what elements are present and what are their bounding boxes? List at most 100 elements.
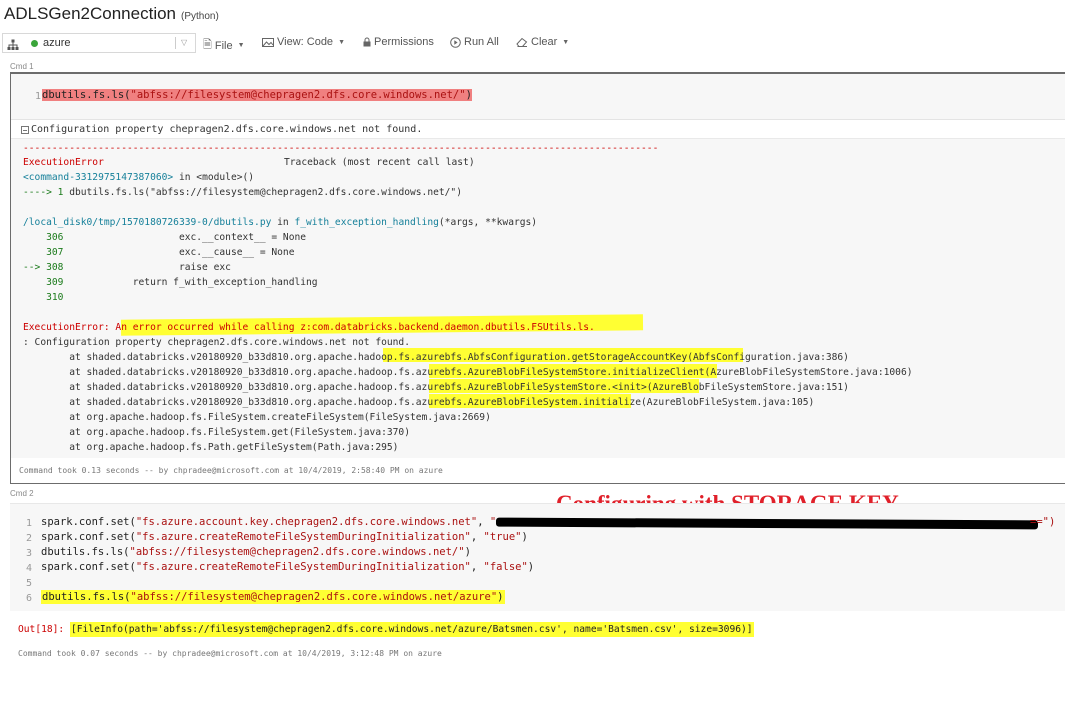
cmd-label: Cmd 2 <box>10 489 34 498</box>
stack-frame: at org.apache.hadoop.fs.Path.getFileSyst… <box>23 442 399 453</box>
arrow-marker: ----> 1 <box>23 187 70 198</box>
final-error-message: An error occurred while calling z:com.da… <box>115 322 595 333</box>
command-timing: Command took 0.13 seconds -- by chpradee… <box>19 466 443 475</box>
traceback-file-line: /local_disk0/tmp/1570180726339-0/dbutils… <box>23 216 537 230</box>
code-string: "abfss://filesystem@chepragen2.dfs.core.… <box>130 89 466 101</box>
code-paren: ) <box>464 546 471 558</box>
stack-frame: at shaded.databricks.v20180920_b33d810.o… <box>23 352 849 363</box>
code-editor[interactable]: 1 dbutils.fs.ls("abfss://filesystem@chep… <box>11 74 1065 120</box>
lock-icon <box>363 37 371 47</box>
caret-down-icon: ▼ <box>562 38 570 46</box>
traceback-frame: 307 exc.__cause__ = None <box>23 246 294 260</box>
error-traceback: ----------------------------------------… <box>11 138 1065 458</box>
output-summary-text: Configuration property chepragen2.dfs.co… <box>31 124 423 135</box>
cell-output: Out[18]: [FileInfo(path='abfss://filesys… <box>18 622 754 637</box>
code-separator: , <box>470 561 484 573</box>
view-menu-button[interactable]: View: Code ▼ <box>262 36 345 48</box>
output-value: [FileInfo(path='abfss://filesystem@chepr… <box>69 622 754 637</box>
redaction-bar <box>495 517 1039 530</box>
stack-frame: at org.apache.hadoop.fs.FileSystem.get(F… <box>23 427 410 438</box>
line-number: 4 <box>25 563 32 574</box>
traceback-frame: 306 exc.__context__ = None <box>23 231 306 245</box>
cluster-selector[interactable]: azure ▽ <box>2 33 196 53</box>
notebook-language: (Python) <box>181 11 219 22</box>
function-args: (*args, **kwargs) <box>438 217 538 228</box>
output-summary[interactable]: Configuration property chepragen2.dfs.co… <box>21 124 422 135</box>
permissions-label: Permissions <box>374 36 434 48</box>
cluster-status-dot <box>31 40 38 47</box>
notebook-toolbar: azure ▽ 🗎 File ▼ View: Code ▼ Permission… <box>0 32 1065 54</box>
chevron-down-icon: ▽ <box>181 38 188 47</box>
code-function: spark.conf.set( <box>41 516 136 528</box>
traceback-frame: 310 <box>23 291 63 305</box>
clear-menu-label: Clear <box>531 36 558 48</box>
run-all-button[interactable]: Run All <box>450 36 499 48</box>
command-timing: Command took 0.07 seconds -- by chpradee… <box>18 649 442 658</box>
code-line: spark.conf.set("fs.azure.account.key.che… <box>41 516 496 528</box>
code-line: dbutils.fs.ls("abfss://filesystem@chepra… <box>42 89 472 101</box>
collapse-icon[interactable] <box>21 125 29 134</box>
cmd-label: Cmd 1 <box>10 62 34 71</box>
file-path: /local_disk0/tmp/1570180726339-0/dbutils… <box>23 217 272 228</box>
config-error-line: : Configuration property chepragen2.dfs.… <box>23 337 410 348</box>
code-paren: ) <box>527 561 535 573</box>
stack-frame: at shaded.databricks.v20180920_b33d810.o… <box>23 367 913 378</box>
notebook-cell-1[interactable]: 1 dbutils.fs.ls("abfss://filesystem@chep… <box>10 72 1065 484</box>
code-function: spark.conf.set( <box>41 561 136 573</box>
code-paren: ) <box>465 89 472 101</box>
frame-line-number: 307 <box>23 247 64 258</box>
traceback-arrow-line: ----> 1 dbutils.fs.ls("abfss://filesyste… <box>23 186 462 200</box>
code-string-tail: ==") <box>1030 516 1056 528</box>
error-name: ExecutionError <box>23 157 104 168</box>
stack-frame: at org.apache.hadoop.fs.FileSystem.creat… <box>23 412 491 423</box>
frame-code: exc.__context__ = None <box>63 232 307 243</box>
code-string: "fs.azure.createRemoteFileSystemDuringIn… <box>135 561 471 573</box>
code-function: dbutils.fs.ls( <box>42 89 131 101</box>
code-separator: , <box>477 516 490 528</box>
code-line: dbutils.fs.ls("abfss://filesystem@chepra… <box>41 546 471 558</box>
traceback-frame: 309 return f_with_exception_handling <box>23 276 318 290</box>
line-number: 6 <box>25 593 32 604</box>
line-number: 3 <box>25 548 32 559</box>
run-all-label: Run All <box>464 36 499 48</box>
frame-line-number: 306 <box>23 232 64 243</box>
permissions-button[interactable]: Permissions <box>363 36 434 48</box>
final-error-name: ExecutionError: <box>23 322 116 333</box>
code-editor[interactable]: 1 spark.conf.set("fs.azure.account.key.c… <box>10 503 1065 611</box>
caret-down-icon: ▼ <box>237 42 245 49</box>
code-line: spark.conf.set("fs.azure.createRemoteFil… <box>41 561 534 573</box>
frame-code: exc.__cause__ = None <box>63 247 295 258</box>
code-string: "abfss://filesystem@chepragen2.dfs.core.… <box>130 591 498 603</box>
selected-code: dbutils.fs.ls("abfss://filesystem@chepra… <box>42 89 472 101</box>
code-string: "fs.azure.createRemoteFileSystemDuringIn… <box>135 531 471 543</box>
code-line: spark.conf.set("fs.azure.createRemoteFil… <box>41 531 528 543</box>
code-string: "true" <box>483 531 522 543</box>
frame-line-number: 310 <box>23 292 64 303</box>
sitemap-icon <box>7 39 19 50</box>
notebook-cell-2[interactable]: 1 spark.conf.set("fs.azure.account.key.c… <box>10 503 1065 661</box>
file-menu-label: File <box>214 39 233 52</box>
frame-code: raise exc <box>63 262 231 273</box>
final-error-line: ExecutionError: An error occurred while … <box>23 321 595 335</box>
divider <box>175 37 176 49</box>
document-icon: 🗎 <box>203 39 212 51</box>
cluster-name: azure <box>43 37 71 49</box>
code-separator: , <box>470 531 484 543</box>
code-paren: ) <box>521 531 528 543</box>
notebook-title: ADLSGen2Connection (Python) <box>4 4 219 26</box>
traceback-command-ref: <command-3312975147387060> in <module>() <box>23 171 254 185</box>
arrow-code: dbutils.fs.ls("abfss://filesystem@chepra… <box>69 187 462 198</box>
frame-line-number: 309 <box>23 277 64 288</box>
in-module: in <module>() <box>173 172 255 183</box>
play-circle-icon <box>450 36 461 48</box>
traceback-header: ExecutionError Traceback (most recent cal… <box>23 156 475 170</box>
line-number: 1 <box>34 91 41 102</box>
traceback-frame: --> 308 raise exc <box>23 261 231 275</box>
frame-line-number: --> 308 <box>23 262 64 273</box>
clear-menu-button[interactable]: Clear ▼ <box>516 36 569 48</box>
image-icon <box>262 37 274 47</box>
traceback-label: Traceback (most recent call last) <box>284 157 475 168</box>
file-menu-button[interactable]: 🗎 File ▼ <box>203 36 245 55</box>
in-fn: in <box>271 217 295 228</box>
eraser-icon <box>516 37 528 47</box>
